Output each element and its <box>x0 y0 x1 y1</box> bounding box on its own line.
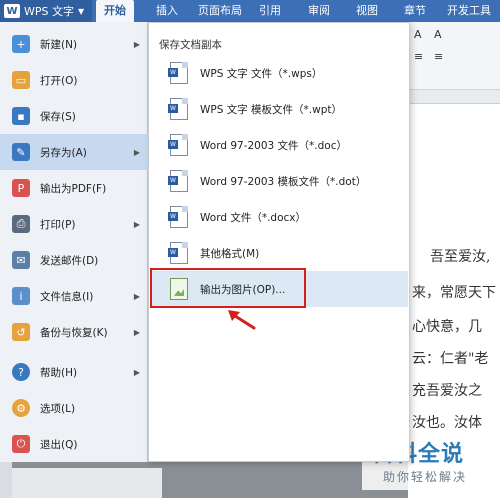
menu-item-send-mail[interactable]: ✉ 发送邮件(D) <box>0 242 148 278</box>
menu-item-save-as[interactable]: ✎ 另存为(A) ▶ <box>0 134 148 170</box>
menu-item-label: 保存(S) <box>40 110 76 123</box>
chevron-down-icon: ▼ <box>78 6 85 16</box>
menu-item-label: 打印(P) <box>40 218 76 231</box>
help-icon: ? <box>12 363 30 381</box>
doc-line: 吾至爱汝, <box>430 249 491 265</box>
word-docx-icon: W <box>168 206 188 228</box>
app-menu-button[interactable]: W WPS 文字 ▼ <box>0 0 92 22</box>
folder-open-icon: ▭ <box>12 71 30 89</box>
app-title: WPS 文字 <box>24 5 74 18</box>
submenu-heading: 保存文档副本 <box>159 39 222 51</box>
print-icon: ⎙ <box>12 215 30 233</box>
align-left-icon[interactable]: ≡ <box>414 50 423 63</box>
word-template-icon: W <box>168 170 188 192</box>
chevron-right-icon: ▶ <box>133 327 140 337</box>
submenu-item-label: WPS 文字 文件（*.wps） <box>200 67 323 80</box>
tab-insert[interactable]: 插入 <box>156 0 178 22</box>
save-as-icon: ✎ <box>12 143 30 161</box>
save-format-wpt[interactable]: W WPS 文字 模板文件（*.wpt） <box>150 91 408 127</box>
font-grow-icon[interactable]: A <box>414 28 422 41</box>
submenu-item-label: Word 97-2003 文件（*.doc） <box>200 139 347 152</box>
ribbon-tab-bar: W WPS 文字 ▼ 开始 插入 页面布局 引用 审阅 视图 章节 开发工具 <box>0 0 500 22</box>
tab-review[interactable]: 审阅 <box>308 0 330 22</box>
menu-item-backup[interactable]: ↺ 备份与恢复(K) ▶ <box>0 314 148 350</box>
file-info-icon: i <box>12 287 30 305</box>
menu-item-export-pdf[interactable]: P 输出为PDF(F) <box>0 170 148 206</box>
chevron-right-icon: ▶ <box>133 147 140 157</box>
save-format-docx[interactable]: W Word 文件（*.docx） <box>150 199 408 235</box>
save-as-submenu: 保存文档副本 W WPS 文字 文件（*.wps） W WPS 文字 模板文件（… <box>148 22 410 462</box>
submenu-item-label: WPS 文字 模板文件（*.wpt） <box>200 103 343 116</box>
menu-item-help[interactable]: ? 帮助(H) ▶ <box>0 354 148 390</box>
font-shrink-icon[interactable]: A <box>434 28 442 41</box>
chevron-right-icon: ▶ <box>133 367 140 377</box>
pdf-icon: P <box>12 179 30 197</box>
chevron-right-icon: ▶ <box>133 39 140 49</box>
menu-item-label: 文件信息(I) <box>40 290 94 303</box>
menu-item-exit[interactable]: ⏻ 退出(Q) <box>0 426 148 462</box>
menu-item-save[interactable]: ▪ 保存(S) <box>0 98 148 134</box>
word-doc-icon: W <box>168 134 188 156</box>
doc-line: 来，常愿天下 <box>412 285 496 301</box>
menu-item-label: 打开(O) <box>40 74 78 87</box>
save-format-dot[interactable]: W Word 97-2003 模板文件（*.dot） <box>150 163 408 199</box>
tab-developer[interactable]: 开发工具 <box>447 0 491 22</box>
annotation-highlight-box <box>150 268 306 308</box>
wps-doc-icon: W <box>168 62 188 84</box>
menu-item-label: 输出为PDF(F) <box>40 182 107 195</box>
tab-home[interactable]: 开始 <box>96 0 134 22</box>
watermark-subtitle: 助你轻松解决 <box>383 470 468 484</box>
submenu-item-label: 其他格式(M) <box>200 247 260 260</box>
menu-item-label: 备份与恢复(K) <box>40 326 108 339</box>
gear-icon: ⚙ <box>12 399 30 417</box>
wps-template-icon: W <box>168 98 188 120</box>
wps-logo-icon: W <box>4 4 20 18</box>
doc-line: 充吾爱汝之 <box>412 383 482 399</box>
file-menu: + 新建(N) ▶ ▭ 打开(O) ▪ 保存(S) ✎ 另存为(A) ▶ P 输… <box>0 22 148 462</box>
submenu-item-label: Word 文件（*.docx） <box>200 211 306 224</box>
menu-item-file-info[interactable]: i 文件信息(I) ▶ <box>0 278 148 314</box>
exit-icon: ⏻ <box>12 435 30 453</box>
annotation-arrow-icon <box>228 310 256 330</box>
ribbon-toolbar: A A ≡ ≡ <box>408 22 500 90</box>
menu-item-label: 新建(N) <box>40 38 78 51</box>
new-doc-icon: + <box>12 35 30 53</box>
tab-references[interactable]: 引用 <box>259 0 281 22</box>
status-strip <box>12 468 162 498</box>
chevron-right-icon: ▶ <box>133 291 140 301</box>
submenu-item-label: Word 97-2003 模板文件（*.dot） <box>200 175 367 188</box>
tab-page-layout[interactable]: 页面布局 <box>198 0 242 22</box>
menu-item-options[interactable]: ⚙ 选项(L) <box>0 390 148 426</box>
mail-icon: ✉ <box>12 251 30 269</box>
save-format-wps[interactable]: W WPS 文字 文件（*.wps） <box>150 55 408 91</box>
menu-item-label: 帮助(H) <box>40 366 78 379</box>
menu-item-label: 发送邮件(D) <box>40 254 99 267</box>
backup-icon: ↺ <box>12 323 30 341</box>
save-format-doc[interactable]: W Word 97-2003 文件（*.doc） <box>150 127 408 163</box>
menu-item-print[interactable]: ⎙ 打印(P) ▶ <box>0 206 148 242</box>
save-icon: ▪ <box>12 107 30 125</box>
tab-view[interactable]: 视图 <box>356 0 378 22</box>
other-format-icon: W <box>168 242 188 264</box>
menu-item-new[interactable]: + 新建(N) ▶ <box>0 26 148 62</box>
tab-chapter[interactable]: 章节 <box>404 0 426 22</box>
save-format-other[interactable]: W 其他格式(M) <box>150 235 408 271</box>
align-center-icon[interactable]: ≡ <box>434 50 443 63</box>
chevron-right-icon: ▶ <box>133 219 140 229</box>
menu-item-label: 选项(L) <box>40 402 76 415</box>
menu-item-label: 另存为(A) <box>40 146 87 159</box>
doc-line: 汝也。汝体 <box>412 415 482 431</box>
doc-line: 心快意，几 <box>412 319 482 335</box>
doc-line: 云：仁者"老 <box>412 351 489 367</box>
menu-item-open[interactable]: ▭ 打开(O) <box>0 62 148 98</box>
menu-item-label: 退出(Q) <box>40 438 78 451</box>
horizontal-ruler <box>408 90 500 104</box>
